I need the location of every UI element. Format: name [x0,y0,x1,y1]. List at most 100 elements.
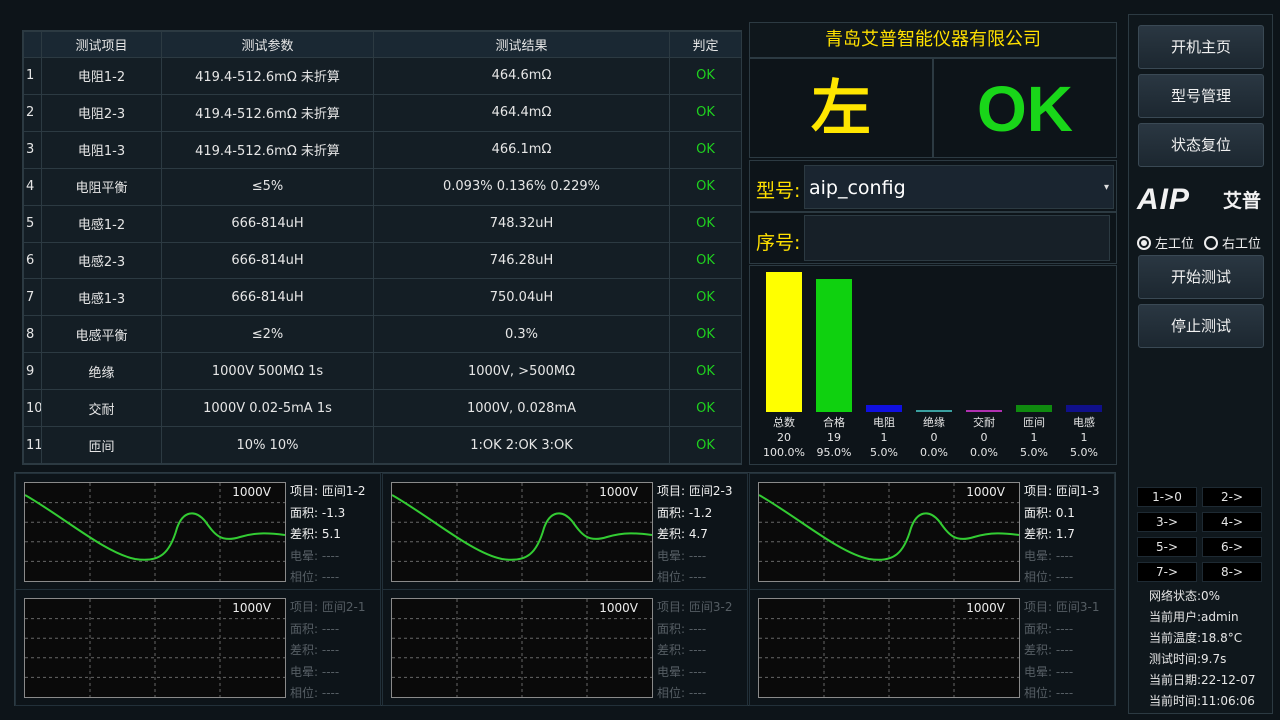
results-table: 测试项目 测试参数 测试结果 判定 1 电阻1-2 419.4-512.6mΩ 未折… [22,30,742,465]
waveform-info-line: 相位: ---- [1024,570,1074,584]
channel-button[interactable]: 7-> [1137,562,1197,582]
model-value: aip_config [809,177,906,199]
channel-button[interactable]: 5-> [1137,537,1197,557]
stop-test-button[interactable]: 停止测试 [1138,304,1264,348]
waveform-info-line: 相位: ---- [657,686,707,700]
waveform-info-line: 电晕: ---- [657,548,707,563]
table-row: 5 电感1-2 666-814uH 748.32uH OK [23,204,742,243]
waveform-info-line: 面积: ---- [657,621,707,636]
row-result: 464.4mΩ [373,93,670,132]
channel-button[interactable]: 8-> [1202,562,1262,582]
waveform-info-line: 电晕: ---- [1024,664,1074,679]
row-judge: OK [669,241,742,280]
row-item: 交耐 [41,389,162,428]
waveform-voltage: 1000V [232,601,271,615]
waveform-info-line: 电晕: ---- [1024,548,1074,563]
row-param: 419.4-512.6mΩ 未折算 [161,130,374,169]
bar-percent-label: 95.0% [817,446,852,459]
waveform-info-line: 电晕: ---- [657,664,707,679]
bar-percent-label: 100.0% [763,446,805,459]
bar-percent-label: 5.0% [1020,446,1048,459]
col-header-param: 测试参数 [161,31,374,58]
reset-button[interactable]: 状态复位 [1138,123,1264,167]
row-index: 1 [23,57,42,95]
model-label: 型号: [756,180,801,202]
table-row: 4 电阻平衡 ≤5% 0.093% 0.136% 0.229% OK [23,167,742,206]
waveform-info-line: 差积: ---- [657,643,707,657]
serial-input[interactable] [804,215,1110,261]
row-judge: OK [669,167,742,206]
radio-unchecked-icon [1204,236,1218,250]
waveform-voltage: 1000V [599,601,638,615]
table-row: 7 电感1-3 666-814uH 750.04uH OK [23,278,742,317]
row-index: 6 [23,241,42,280]
bar-category-label: 总数 [773,415,795,429]
current-temperature: 当前温度:18.8°C [1149,631,1243,645]
waveform-info-line: 电晕: ---- [290,664,340,679]
row-item: 电阻1-2 [41,57,162,95]
waveform-info-line: 面积: -1.3 [290,505,346,520]
bar-value-label: 20 [777,431,791,444]
model-management-button[interactable]: 型号管理 [1138,74,1264,118]
logo-cn-text: 艾普 [1223,190,1262,212]
channel-button[interactable]: 3-> [1137,512,1197,532]
chevron-down-icon[interactable]: ▾ [1104,166,1109,210]
waveform-info-line: 项目: 匝间1-3 [1024,484,1100,498]
row-judge: OK [669,57,742,95]
row-judge: OK [669,93,742,132]
row-param: 666-814uH [161,241,374,280]
bar-percent-label: 5.0% [1070,446,1098,459]
row-result: 746.28uH [373,241,670,280]
bar-4 [966,410,1002,412]
row-judge: OK [669,389,742,428]
waveform-info-line: 差积: 1.7 [1024,527,1075,541]
channel-button[interactable]: 2-> [1202,487,1262,507]
waveform-voltage: 1000V [966,601,1005,615]
bar-0 [766,272,802,412]
home-button[interactable]: 开机主页 [1138,25,1264,69]
waveform-info-line: 项目: 匝间2-3 [657,484,733,498]
waveform-plot: 1000V [391,482,653,582]
waveform-info-line: 相位: ---- [1024,686,1074,700]
channel-button[interactable]: 6-> [1202,537,1262,557]
bar-value-label: 1 [1031,431,1038,444]
left-station-radio[interactable]: 左工位 [1137,233,1194,252]
row-judge: OK [669,278,742,317]
bar-value-label: 0 [931,431,938,444]
current-date: 当前日期:22-12-07 [1149,673,1256,687]
waveform-panel: 1000V 项目: 匝间3-1 面积: ---- 差积: ---- 电晕: ---- 相位… [749,589,1115,706]
bar-6 [1066,405,1102,412]
start-test-button[interactable]: 开始测试 [1138,255,1264,299]
waveform-area: 1000V 项目: 匝间1-2 面积: -1.3 差积: 5.1 电晕: ---- 相位:… [14,472,1116,706]
row-result: 1:OK 2:OK 3:OK [373,426,670,464]
table-row: 10 交耐 1000V 0.02-5mA 1s 1000V, 0.028mA OK [23,389,742,428]
channel-button[interactable]: 4-> [1202,512,1262,532]
right-sidebar: 开机主页 型号管理 状态复位 AIP 艾普 左工位 右工位 开始测试 停止测试 … [1128,14,1273,714]
waveform-info-line: 相位: ---- [290,570,340,584]
bar-value-label: 0 [981,431,988,444]
bar-value-label: 1 [881,431,888,444]
row-param: 10% 10% [161,426,374,464]
table-row: 6 电感2-3 666-814uH 746.28uH OK [23,241,742,280]
table-row: 11 匝间 10% 10% 1:OK 2:OK 3:OK OK [23,426,742,464]
waveform-info-line: 差积: ---- [1024,643,1074,657]
waveform-info-line: 面积: ---- [290,621,340,636]
result-indicator: OK [933,58,1117,158]
row-param: ≤5% [161,167,374,206]
row-index: 5 [23,204,42,243]
row-item: 绝缘 [41,352,162,391]
waveform-plot: 1000V [758,482,1020,582]
bar-1 [816,279,852,412]
station-indicator: 左 [749,58,933,158]
model-select[interactable]: aip_config ▾ [804,165,1114,209]
waveform-info-line: 相位: ---- [290,686,340,700]
row-judge: OK [669,426,742,464]
channel-button[interactable]: 1->0 [1137,487,1197,507]
bar-2 [866,405,902,412]
row-index: 10 [23,389,42,428]
serial-row: 序号: [749,212,1117,264]
right-station-radio[interactable]: 右工位 [1204,233,1261,252]
aip-logo: AIP 艾普 [1137,183,1267,219]
logo-text: AIP [1137,183,1191,216]
row-index: 11 [23,426,42,464]
